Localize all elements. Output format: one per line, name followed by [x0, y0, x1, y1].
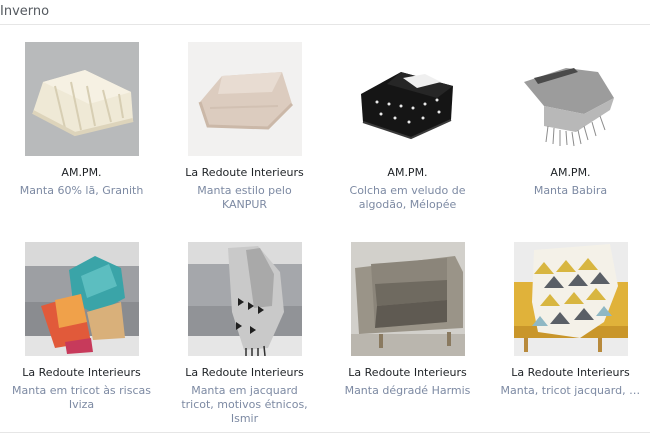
product-brand: La Redoute Interieurs [511, 366, 630, 379]
product-image-kanpur[interactable] [187, 42, 302, 156]
section-header: Inverno [0, 0, 650, 25]
section-title: Inverno [0, 4, 50, 19]
product-image-babira[interactable] [513, 42, 628, 156]
product-image-odda[interactable] [513, 242, 628, 356]
product-card[interactable]: AM.PM. Colcha em veludo de algodão, Mélo… [326, 42, 489, 242]
product-brand: La Redoute Interieurs [185, 366, 304, 379]
product-image-melopee[interactable] [350, 42, 465, 156]
product-image-ismir[interactable] [187, 242, 302, 356]
product-brand: La Redoute Interieurs [348, 366, 467, 379]
product-brand: La Redoute Interieurs [185, 166, 304, 179]
product-name[interactable]: Manta em jacquard tricot, motivos étnico… [175, 384, 315, 426]
product-name[interactable]: Colcha em veludo de algodão, Mélopée [338, 184, 478, 212]
product-brand: AM.PM. [550, 166, 591, 179]
product-brand: La Redoute Interieurs [22, 366, 141, 379]
product-name[interactable]: Manta 60% lã, Granith [12, 184, 152, 198]
product-name[interactable]: Manta dégradé Harmis [338, 384, 478, 398]
product-card[interactable]: La Redoute Interieurs Manta estilo pelo … [163, 42, 326, 242]
product-brand: AM.PM. [387, 166, 428, 179]
product-card[interactable]: AM.PM. Manta 60% lã, Granith [0, 42, 163, 242]
product-card[interactable]: La Redoute Interieurs Manta dégradé Harm… [326, 242, 489, 442]
product-card[interactable]: La Redoute Interieurs Manta em jacquard … [163, 242, 326, 442]
product-card[interactable]: La Redoute Interieurs Manta, tricot jacq… [489, 242, 650, 442]
product-image-harmis[interactable] [350, 242, 465, 356]
product-grid: AM.PM. Manta 60% lã, Granith La Redoute … [0, 42, 650, 442]
product-card[interactable]: AM.PM. Manta Babira [489, 42, 650, 242]
product-brand: AM.PM. [61, 166, 102, 179]
divider [0, 432, 650, 433]
product-name[interactable]: Manta Babira [501, 184, 641, 198]
product-card[interactable]: La Redoute Interieurs Manta em tricot às… [0, 242, 163, 442]
product-name[interactable]: Manta em tricot às riscas Iviza [12, 384, 152, 412]
product-image-iviza[interactable] [24, 242, 139, 356]
product-image-granith[interactable] [24, 42, 139, 156]
product-name[interactable]: Manta, tricot jacquard, Odda [501, 384, 641, 398]
product-name[interactable]: Manta estilo pelo KANPUR [175, 184, 315, 212]
